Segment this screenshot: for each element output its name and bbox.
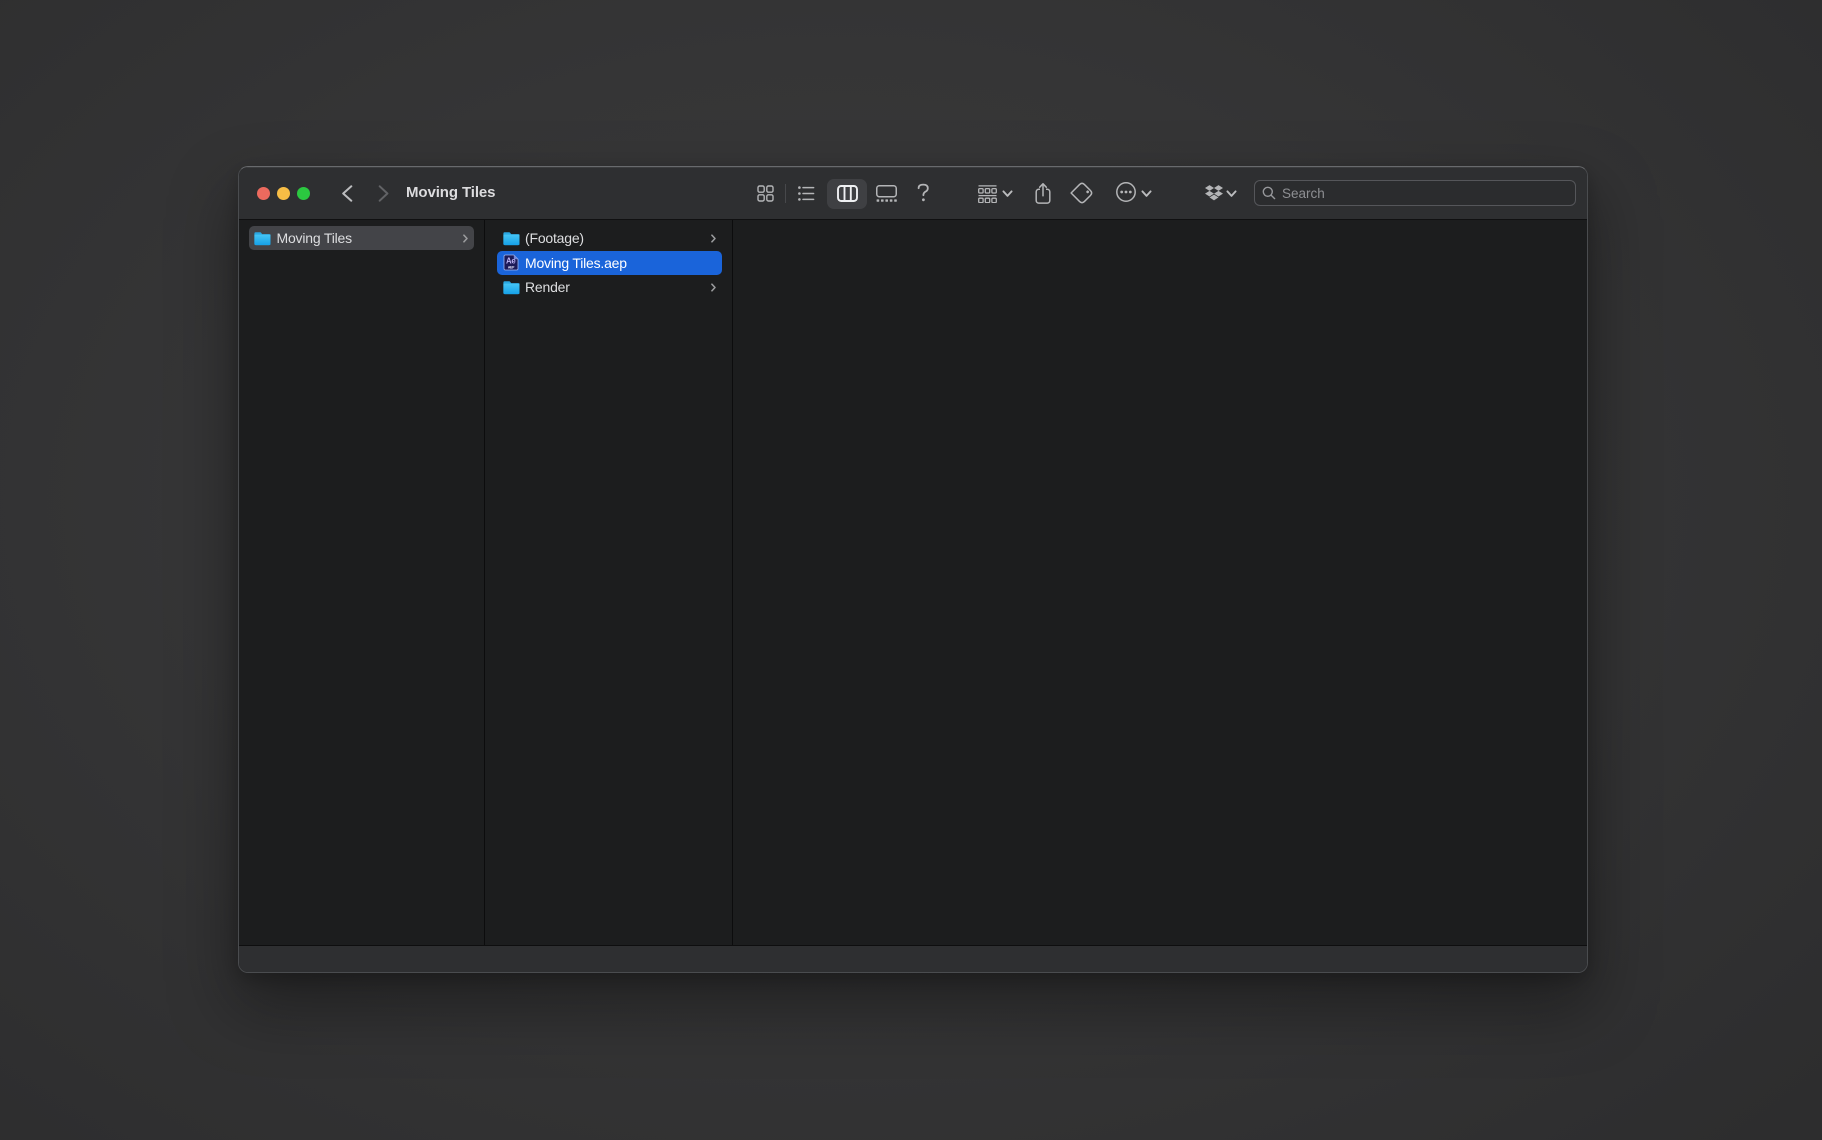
svg-text:AEP: AEP [508, 265, 515, 269]
svg-text:Ae: Ae [506, 257, 516, 266]
